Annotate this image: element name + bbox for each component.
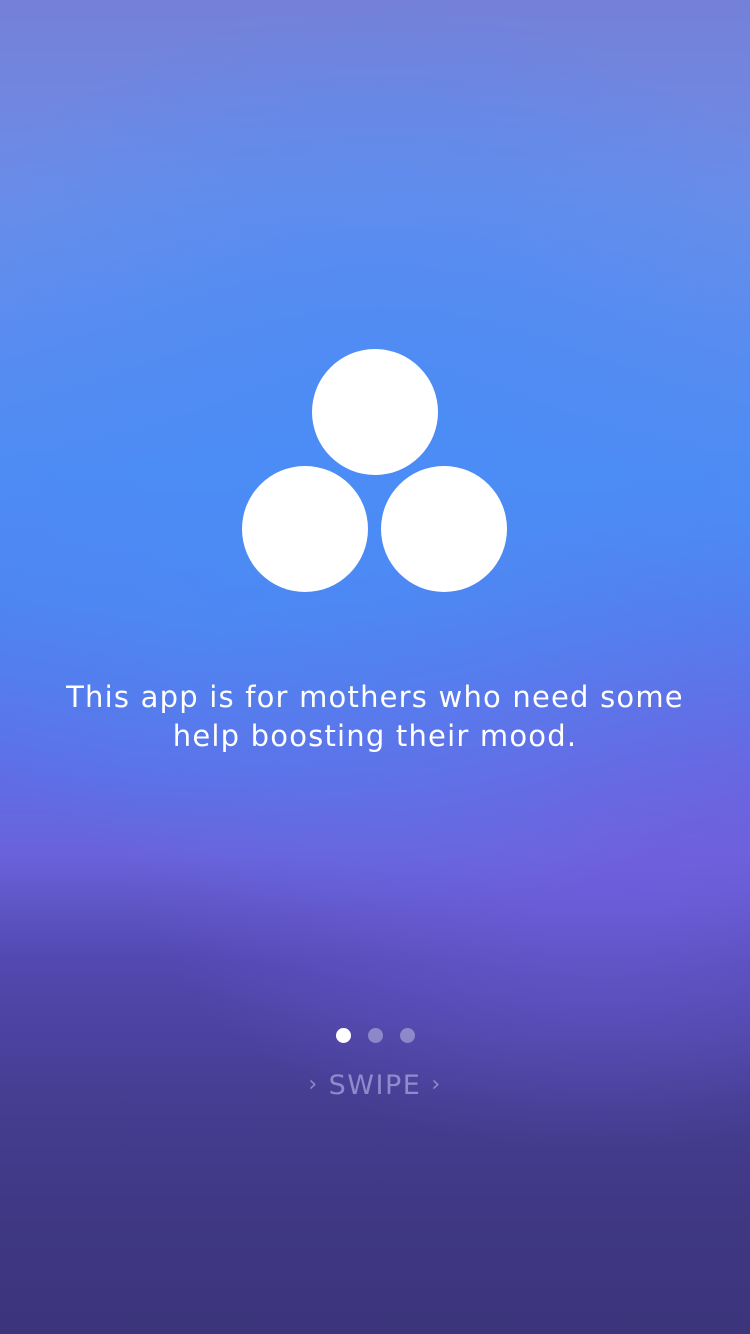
logo-circle-right	[381, 466, 507, 592]
logo-circle-top	[312, 349, 438, 475]
page-dot-1[interactable]	[335, 1028, 351, 1043]
chevron-right-icon: ›	[308, 1072, 319, 1097]
three-circles-logo-icon	[0, 0, 750, 1334]
chevron-right-icon: ›	[431, 1072, 442, 1097]
logo-circle-left	[242, 466, 368, 592]
page-indicator[interactable]	[0, 1028, 750, 1046]
swipe-hint[interactable]: › SWIPE ›	[0, 1070, 750, 1101]
swipe-label: SWIPE	[328, 1070, 422, 1101]
onboarding-message: This app is for mothers who need some he…	[66, 680, 684, 753]
page-dot-2[interactable]	[367, 1028, 383, 1043]
page-dot-3[interactable]	[399, 1028, 415, 1043]
